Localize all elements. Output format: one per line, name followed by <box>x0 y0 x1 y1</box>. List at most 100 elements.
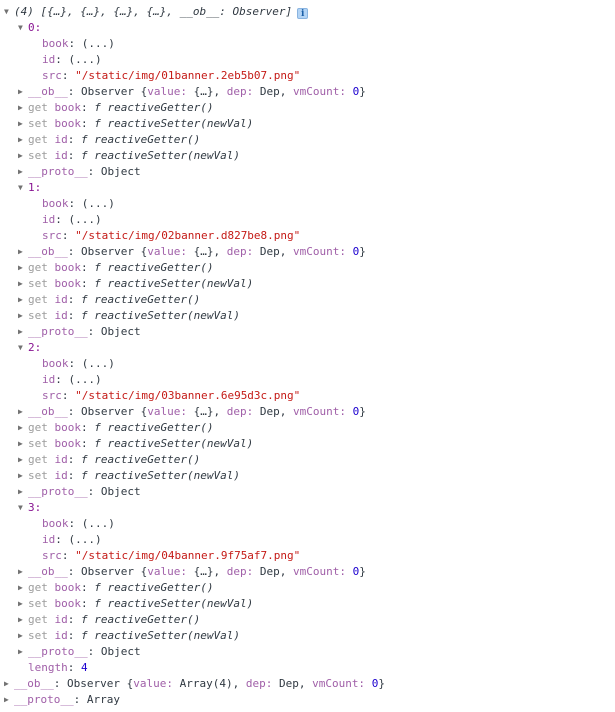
array-index-row[interactable]: 2: <box>0 340 615 356</box>
accessor-row-set-id[interactable]: set id: f reactiveSetter(newVal) <box>0 468 615 484</box>
value-key: value: <box>147 565 194 578</box>
function-symbol-icon: f <box>94 261 108 274</box>
accessor-row-get-book[interactable]: get book: f reactiveGetter() <box>0 260 615 276</box>
property-row-proto[interactable]: __proto__: Object <box>0 484 615 500</box>
brace-open: { <box>140 245 148 258</box>
property-row-proto[interactable]: __proto__: Object <box>0 164 615 180</box>
property-key-src: src <box>42 389 62 402</box>
expand-toggle-item-2[interactable] <box>18 340 28 356</box>
root-proto-row[interactable]: __proto__ : Array <box>0 692 615 708</box>
accessor-property-name: id <box>54 293 68 306</box>
accessor-row-get-book[interactable]: get book: f reactiveGetter() <box>0 420 615 436</box>
accessor-row-get-id[interactable]: get id: f reactiveGetter() <box>0 452 615 468</box>
accessor-keyword: set <box>28 437 55 450</box>
accessor-keyword: get <box>28 613 55 626</box>
accessor-row-set-id[interactable]: set id: f reactiveSetter(newVal) <box>0 148 615 164</box>
accessor-property-name: id <box>54 309 68 322</box>
expand-toggle-get-id-1[interactable] <box>18 292 28 308</box>
expand-toggle-set-id-1[interactable] <box>18 308 28 324</box>
expand-toggle-item-proto-1[interactable] <box>18 324 28 340</box>
expand-toggle-get-book-3[interactable] <box>18 580 28 596</box>
expand-toggle-get-book-1[interactable] <box>18 260 28 276</box>
expand-toggle-array[interactable] <box>4 4 14 20</box>
proto-key: __proto__ <box>14 693 74 706</box>
accessor-keyword: get <box>28 101 55 114</box>
colon: : <box>87 485 101 498</box>
accessor-row-get-book[interactable]: get book: f reactiveGetter() <box>0 580 615 596</box>
accessor-keyword: set <box>28 309 55 322</box>
root-ob-row[interactable]: __ob__ : Observer { value: Array(4) , de… <box>0 676 615 692</box>
expand-toggle-item-proto-2[interactable] <box>18 484 28 500</box>
expand-toggle-set-book-2[interactable] <box>18 436 28 452</box>
accessor-property-name: id <box>54 453 68 466</box>
accessor-row-set-book[interactable]: set book: f reactiveSetter(newVal) <box>0 436 615 452</box>
expand-toggle-set-id-2[interactable] <box>18 468 28 484</box>
expand-toggle-set-book-0[interactable] <box>18 116 28 132</box>
expand-toggle-get-id-2[interactable] <box>18 452 28 468</box>
comma: , <box>213 405 227 418</box>
expand-toggle-item-3[interactable] <box>18 500 28 516</box>
dep-value: Dep <box>259 245 280 258</box>
comma: , <box>279 565 293 578</box>
property-row-src: src: "/static/img/03banner.6e95d3c.png" <box>0 388 615 404</box>
expand-toggle-root-proto[interactable] <box>4 692 14 708</box>
array-summary-row[interactable]: (4) [{…}, {…}, {…}, {…}, __ob__: Observe… <box>0 4 615 20</box>
property-row-ob[interactable]: __ob__: Observer {value: {…}, dep: Dep, … <box>0 564 615 580</box>
array-index-row[interactable]: 3: <box>0 500 615 516</box>
expand-toggle-get-book-0[interactable] <box>18 100 28 116</box>
info-icon[interactable]: i <box>297 8 309 19</box>
vmcount-value: 0 <box>352 405 360 418</box>
accessor-row-set-book[interactable]: set book: f reactiveSetter(newVal) <box>0 596 615 612</box>
property-row-src: src: "/static/img/02banner.d827be8.png" <box>0 228 615 244</box>
property-row-ob[interactable]: __ob__: Observer {value: {…}, dep: Dep, … <box>0 404 615 420</box>
accessor-row-get-id[interactable]: get id: f reactiveGetter() <box>0 132 615 148</box>
array-index-row[interactable]: 1: <box>0 180 615 196</box>
expand-toggle-set-id-0[interactable] <box>18 148 28 164</box>
accessor-signature: reactiveGetter() <box>94 293 201 306</box>
accessor-row-set-id[interactable]: set id: f reactiveSetter(newVal) <box>0 628 615 644</box>
expand-toggle-item-ob-1[interactable] <box>18 244 28 260</box>
colon: : <box>67 453 81 466</box>
expand-toggle-item-proto-3[interactable] <box>18 644 28 660</box>
accessor-row-get-id[interactable]: get id: f reactiveGetter() <box>0 292 615 308</box>
brace-close: } <box>359 85 366 98</box>
brace-close: } <box>359 245 366 258</box>
property-row-ob[interactable]: __ob__: Observer {value: {…}, dep: Dep, … <box>0 244 615 260</box>
expand-toggle-item-ob-2[interactable] <box>18 404 28 420</box>
accessor-signature: reactiveGetter() <box>94 453 201 466</box>
property-key-id: id <box>42 53 56 66</box>
accessor-keyword: get <box>28 261 55 274</box>
expand-toggle-get-book-2[interactable] <box>18 420 28 436</box>
accessor-row-set-book[interactable]: set book: f reactiveSetter(newVal) <box>0 276 615 292</box>
accessor-row-get-id[interactable]: get id: f reactiveGetter() <box>0 612 615 628</box>
expand-toggle-item-ob-3[interactable] <box>18 564 28 580</box>
value-key: value: <box>133 677 180 690</box>
accessor-row-set-book[interactable]: set book: f reactiveSetter(newVal) <box>0 116 615 132</box>
expand-toggle-item-proto-0[interactable] <box>18 164 28 180</box>
ob-key: __ob__ <box>28 85 68 98</box>
property-row-proto[interactable]: __proto__: Object <box>0 644 615 660</box>
expand-toggle-set-book-3[interactable] <box>18 596 28 612</box>
expand-toggle-get-id-0[interactable] <box>18 132 28 148</box>
observer-ctor: Observer <box>81 565 141 578</box>
expand-toggle-item-1[interactable] <box>18 180 28 196</box>
vmcount-key: vmCount: <box>292 85 353 98</box>
expand-toggle-item-0[interactable] <box>18 20 28 36</box>
accessor-row-get-book[interactable]: get book: f reactiveGetter() <box>0 100 615 116</box>
proto-key: __proto__ <box>28 645 88 658</box>
accessor-signature: reactiveGetter() <box>94 613 201 626</box>
expand-toggle-item-ob-0[interactable] <box>18 84 28 100</box>
property-row-ob[interactable]: __ob__: Observer {value: {…}, dep: Dep, … <box>0 84 615 100</box>
accessor-property-name: book <box>54 261 82 274</box>
array-index-row[interactable]: 0: <box>0 20 615 36</box>
accessor-signature: reactiveSetter(newVal) <box>107 117 254 130</box>
colon: : <box>61 549 76 562</box>
expand-toggle-root-ob[interactable] <box>4 676 14 692</box>
proto-value: Object <box>100 485 141 498</box>
expand-toggle-get-id-3[interactable] <box>18 612 28 628</box>
property-row-proto[interactable]: __proto__: Object <box>0 324 615 340</box>
accessor-row-set-id[interactable]: set id: f reactiveSetter(newVal) <box>0 308 615 324</box>
expand-toggle-set-book-1[interactable] <box>18 276 28 292</box>
dep-value: Dep <box>259 565 280 578</box>
expand-toggle-set-id-3[interactable] <box>18 628 28 644</box>
